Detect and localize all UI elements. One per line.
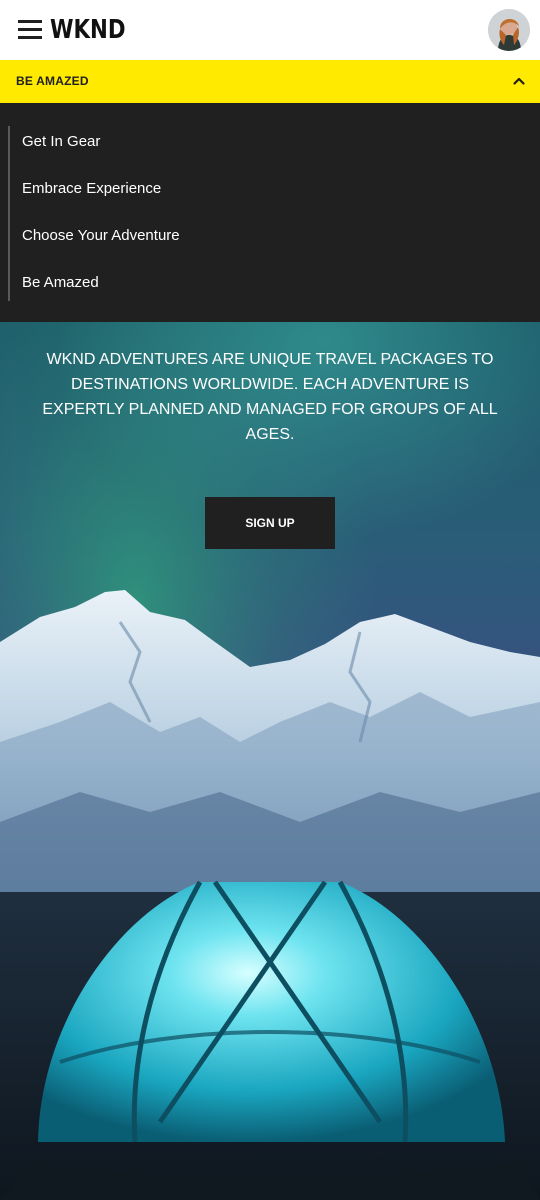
user-avatar[interactable] (488, 9, 530, 51)
menu-rail (8, 126, 10, 301)
menu-item-embrace-experience[interactable]: Embrace Experience (22, 180, 161, 198)
section-menu: Get In Gear Embrace Experience Choose Yo… (0, 103, 540, 322)
hero-banner: WKND Adventures are unique travel packag… (0, 322, 540, 1200)
section-nav-toggle[interactable]: BE AMAZED (0, 60, 540, 103)
sign-up-button[interactable]: SIGN UP (205, 497, 335, 549)
current-section-label: BE AMAZED (16, 74, 89, 88)
hamburger-icon[interactable] (18, 20, 42, 40)
hero-description: WKND Adventures are unique travel packag… (42, 351, 498, 443)
chevron-up-icon (513, 77, 525, 85)
menu-item-be-amazed[interactable]: Be Amazed (22, 274, 99, 292)
hero-background-image (0, 322, 540, 1200)
site-logo[interactable]: WKND (50, 14, 126, 46)
site-header: WKND (0, 0, 540, 60)
menu-item-get-in-gear[interactable]: Get In Gear (22, 133, 100, 151)
menu-item-choose-your-adventure[interactable]: Choose Your Adventure (22, 227, 180, 245)
